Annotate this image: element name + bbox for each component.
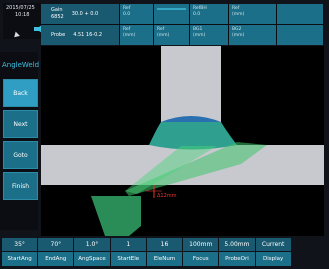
param-cell-1-label: Ref — [123, 6, 131, 11]
softkey-probe-origin-value: 5.00mm — [219, 238, 255, 251]
param-cell-6-label: BG1 — [193, 27, 203, 32]
weld-simulation-viewport[interactable]: Δ12mm — [41, 46, 324, 236]
param-cell-3-label: Ref — [232, 6, 240, 11]
softkey-end-angle-label: EndAng — [38, 252, 74, 266]
param-cell-1-value: 0.0 — [123, 12, 131, 17]
softkey-start-element[interactable]: 1 StartEle — [110, 238, 146, 266]
goto-button[interactable]: Goto — [3, 141, 38, 169]
param-cell-4-value: (mm) — [123, 33, 136, 38]
softkey-start-angle-value: 35° — [2, 238, 38, 251]
softkey-end-angle-value: 70° — [38, 238, 74, 251]
softkey-start-element-value: 1 — [110, 238, 146, 251]
softkey-focus-value: 100mm — [183, 238, 219, 251]
softkey-angle-space[interactable]: 1.0° AngSpace — [74, 238, 110, 266]
vertical-plate — [161, 46, 221, 128]
parameter-grid: Gain 6852 30.0 + 0.0 Ref 0.0 RefBH 0.0 R… — [41, 4, 324, 45]
softkey-focus[interactable]: 100mm Focus — [183, 238, 219, 266]
gain-label: Gain — [51, 7, 63, 13]
param-cell-2-value: 0.0 — [193, 12, 201, 17]
param-cell-6[interactable]: BG1 (mm) — [190, 25, 228, 45]
param-cell-7-label: BG2 — [232, 27, 242, 32]
softkey-bar: 35° StartAng 70° EndAng 1.0° AngSpace 1 … — [2, 238, 327, 266]
softkey-display[interactable]: Current Display — [255, 238, 291, 266]
softkey-end-angle[interactable]: 70° EndAng — [38, 238, 74, 266]
gain-sub: 6852 — [51, 14, 64, 20]
param-cell-7[interactable]: BG2 (mm) — [229, 25, 276, 45]
softkey-element-number-label: EleNum — [146, 252, 183, 266]
softkey-angle-space-value: 1.0° — [74, 238, 110, 251]
weld-geometry-drawing — [41, 46, 324, 236]
wizard-side-panel: AngleWeld Back Next Goto Finish — [0, 52, 40, 230]
next-button[interactable]: Next — [3, 110, 38, 138]
softkey-element-number[interactable]: 16 EleNum — [146, 238, 183, 266]
param-cell-1[interactable]: Ref 0.0 — [120, 4, 153, 24]
softkey-start-element-label: StartEle — [110, 252, 146, 266]
cursor-arrow-icon — [12, 31, 20, 40]
gain-value: 30.0 + 0.0 — [71, 11, 99, 17]
date-text: 2015/07/25 — [6, 5, 35, 11]
depth-marker-label: Δ12mm — [157, 193, 177, 199]
param-cell-3-value: (mm) — [232, 12, 245, 17]
softkey-start-angle[interactable]: 35° StartAng — [2, 238, 38, 266]
datetime-block: 2015/07/25 10:18 — [3, 3, 42, 40]
param-cell-blank — [277, 4, 323, 24]
param-cell-5-label: Ref — [157, 27, 165, 32]
softkey-element-number-value: 16 — [146, 238, 183, 251]
back-button[interactable]: Back — [3, 79, 38, 107]
gain-cell[interactable]: Gain 6852 30.0 + 0.0 — [41, 4, 119, 24]
param-cell-2[interactable]: RefBH 0.0 — [190, 4, 228, 24]
probe-cell[interactable]: Probe 4.51 16-0.2 — [41, 25, 119, 45]
param-gauge-cell — [154, 4, 189, 24]
softkey-display-label: Display — [255, 252, 291, 266]
param-cell-2-label: RefBH — [193, 6, 207, 11]
time-text: 10:18 — [15, 12, 30, 18]
finish-button[interactable]: Finish — [3, 172, 38, 200]
param-cell-5[interactable]: Ref (mm) — [154, 25, 189, 45]
softkey-probe-origin[interactable]: 5.00mm ProbeOri — [219, 238, 255, 266]
softkey-angle-space-label: AngSpace — [74, 252, 110, 266]
softkey-start-angle-label: StartAng — [2, 252, 38, 266]
softkey-probe-origin-label: ProbeOri — [219, 252, 255, 266]
probe-wedge — [91, 196, 141, 236]
param-cell-3[interactable]: Ref (mm) — [229, 4, 276, 24]
panel-title: AngleWeld — [2, 61, 40, 69]
softkey-display-value: Current — [255, 238, 291, 251]
param-cell-7-value: (mm) — [232, 33, 245, 38]
weld-bead — [149, 122, 237, 150]
param-cell-blank-2 — [277, 25, 323, 45]
param-cell-6-value: (mm) — [193, 33, 206, 38]
ut-flaw-detector-screen: 2015/07/25 10:18 Gain 6852 30.0 + 0.0 Re… — [0, 0, 329, 269]
probe-value: 4.51 16-0.2 — [73, 32, 103, 38]
softkey-focus-label: Focus — [183, 252, 219, 266]
param-cell-4[interactable]: Ref (mm) — [120, 25, 153, 45]
param-cell-5-value: (mm) — [157, 33, 170, 38]
probe-label: Probe — [51, 32, 66, 38]
param-cell-4-label: Ref — [123, 27, 131, 32]
